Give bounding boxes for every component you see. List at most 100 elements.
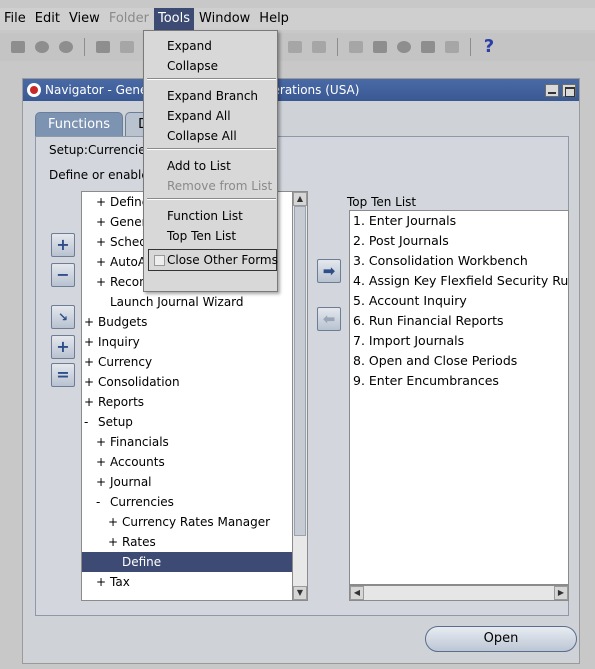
tree-node-toggle[interactable]: + [108,512,122,532]
toolbar-divider [337,38,338,56]
tree-node[interactable]: - Currencies [82,492,292,512]
navigator-titlebar[interactable]: Navigator - General Ledger, Vision Opera… [23,79,579,101]
menu-folder[interactable]: Folder [105,8,153,30]
menu-expand-all[interactable]: Expand All [167,108,231,124]
menu-collapse-all[interactable]: Collapse All [167,128,237,144]
expand-all-button[interactable]: + [51,335,75,359]
top-ten-item[interactable]: 7. Import Journals [350,331,568,351]
collapse-all-button[interactable]: = [51,363,75,387]
tree-node[interactable]: + Currency Rates Manager [82,512,292,532]
top-ten-item[interactable]: 5. Account Inquiry [350,291,568,311]
tree-node-label: Reports [98,395,145,409]
tab-functions[interactable]: Functions [35,112,124,136]
collapse-button[interactable]: − [51,263,75,287]
tree-node-toggle[interactable]: + [96,192,110,212]
expand-button[interactable]: + [51,233,75,257]
tree-node-toggle[interactable]: - [84,412,98,432]
menu-close-other-forms[interactable]: Close Other Forms [148,249,278,271]
scroll-thumb[interactable] [294,206,306,536]
tree-node[interactable]: - Setup [82,412,292,432]
new-record-icon[interactable] [285,37,305,57]
remove-from-list-button[interactable]: ⬅ [317,307,341,331]
top-ten-item[interactable]: 8. Open and Close Periods [350,351,568,371]
tree-node[interactable]: + Consolidation [82,372,292,392]
tree-node-toggle[interactable]: + [96,452,110,472]
menu-view[interactable]: View [65,8,104,30]
zoom-icon[interactable] [370,37,390,57]
translations-icon[interactable] [394,37,414,57]
menu-function-list[interactable]: Function List [167,208,243,224]
tree-scrollbar[interactable]: ▲ ▼ [292,191,308,601]
tree-node-toggle[interactable]: + [84,312,98,332]
tree-node-label: Define [122,555,162,569]
menu-expand[interactable]: Expand [167,38,212,54]
tree-node[interactable]: + Currency [82,352,292,372]
menu-add-to-list[interactable]: Add to List [167,158,231,174]
tree-node-toggle[interactable]: + [96,232,110,252]
menu-help[interactable]: Help [255,8,293,30]
folder-tools-icon[interactable] [442,37,462,57]
navigator-window: Navigator - General Ledger, Vision Opera… [22,78,580,664]
tree-node-toggle[interactable]: + [108,532,122,552]
scroll-left-arrow[interactable]: ◀ [350,586,364,600]
tree-node[interactable]: + Inquiry [82,332,292,352]
tree-node[interactable]: + Tax [82,572,292,592]
maximize-button[interactable] [562,83,576,97]
top-ten-item[interactable]: 3. Consolidation Workbench [350,251,568,271]
tree-node-toggle[interactable]: + [84,392,98,412]
scroll-up-arrow[interactable]: ▲ [293,192,307,206]
menu-expand-branch[interactable]: Expand Branch [167,88,258,104]
tree-node-toggle[interactable]: + [96,432,110,452]
tree-node[interactable]: + Budgets [82,312,292,332]
save-icon[interactable] [93,37,113,57]
tree-node-toggle[interactable]: + [96,572,110,592]
tree-node-toggle[interactable]: - [96,492,110,512]
expand-branch-button[interactable]: ↘ [51,305,75,329]
attachments-icon[interactable] [418,37,438,57]
navigator-icon[interactable] [56,37,76,57]
tree-node[interactable]: + Financials [82,432,292,452]
tree-node[interactable]: Launch Journal Wizard [82,292,292,312]
tree-node-label: Setup [98,415,133,429]
menu-separator [147,148,276,150]
scroll-right-arrow[interactable]: ▶ [554,586,568,600]
top-ten-item[interactable]: 6. Run Financial Reports [350,311,568,331]
menu-window[interactable]: Window [195,8,254,30]
tree-node-label: Journal [110,475,152,489]
menu-file[interactable]: File [0,8,30,30]
top-ten-item[interactable]: 9. Enter Encumbrances [350,371,568,391]
open-button[interactable]: Open [425,626,577,652]
next-step-icon[interactable] [117,37,137,57]
menu-collapse[interactable]: Collapse [167,58,218,74]
menu-remove-from-list[interactable]: Remove from List [167,178,272,194]
top-ten-item[interactable]: 4. Assign Key Flexfield Security Rules [350,271,568,291]
minimize-button[interactable] [545,83,559,97]
tree-node-toggle[interactable]: + [84,352,98,372]
tree-node-toggle[interactable]: + [96,252,110,272]
delete-record-icon[interactable] [309,37,329,57]
tree-node[interactable]: + Journal [82,472,292,492]
tree-node-toggle[interactable]: + [84,372,98,392]
scroll-down-arrow[interactable]: ▼ [293,586,307,600]
top-ten-item[interactable]: 2. Post Journals [350,231,568,251]
menu-tools[interactable]: Tools [154,8,195,30]
help-icon[interactable]: ? [479,37,499,57]
top-ten-list[interactable]: 1. Enter Journals 2. Post Journals 3. Cons… [349,210,569,585]
close-other-forms-checkbox[interactable] [154,255,165,266]
add-to-list-button[interactable]: ➡ [317,259,341,283]
top-ten-item[interactable]: 1. Enter Journals [350,211,568,231]
tree-node-toggle[interactable]: + [84,332,98,352]
tree-node[interactable]: + Reports [82,392,292,412]
tree-node-toggle[interactable]: + [96,472,110,492]
new-icon[interactable] [8,37,28,57]
tree-node[interactable]: + Accounts [82,452,292,472]
menu-edit[interactable]: Edit [31,8,64,30]
tree-node[interactable]: Define [82,552,292,572]
edit-field-icon[interactable] [346,37,366,57]
tree-node[interactable]: + Rates [82,532,292,552]
tree-node-toggle[interactable]: + [96,212,110,232]
top-ten-hscrollbar[interactable]: ◀ ▶ [349,585,569,601]
find-icon[interactable] [32,37,52,57]
menu-top-ten-list[interactable]: Top Ten List [167,228,236,244]
tree-node-toggle[interactable]: + [96,272,110,292]
